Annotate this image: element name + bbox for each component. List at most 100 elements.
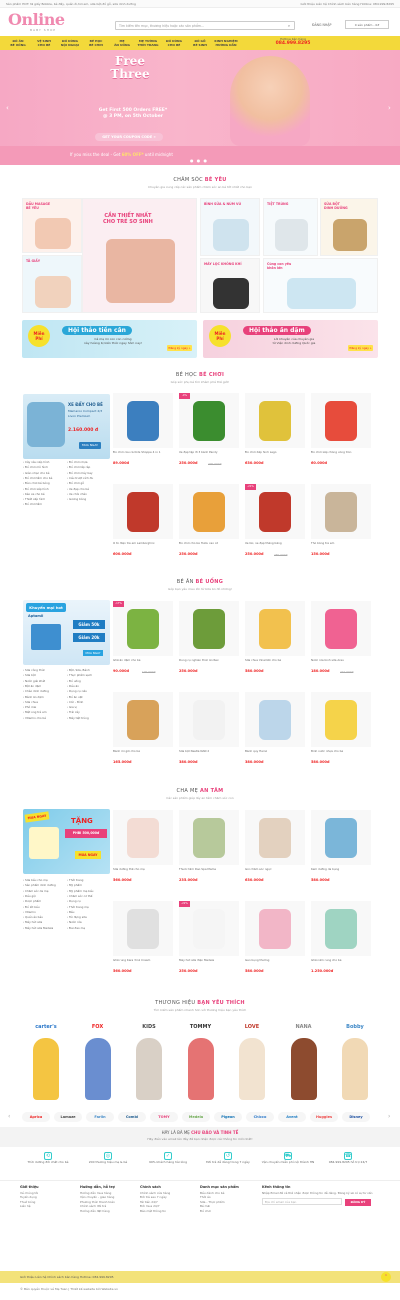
- product-image[interactable]: [245, 901, 305, 956]
- search-icon[interactable]: ⌕: [285, 23, 293, 29]
- category-link[interactable]: › Thời trang mẹ: [67, 905, 89, 910]
- food-promo-banner[interactable]: Khuyến mại hot Aptamil Giảm 50k Giảm 20k…: [23, 600, 110, 665]
- product-card[interactable]: Đồ chơi cho bé Hươu cao cổ 250.000đ: [178, 483, 240, 571]
- brand-card[interactable]: TOMMY: [174, 1018, 227, 1103]
- category-link[interactable]: › Phô mai: [23, 705, 36, 710]
- category-tile[interactable]: CẦN THIẾT NHẤT CHO TRẺ SƠ SINH: [82, 198, 197, 313]
- register-button[interactable]: Đăng ký ngay »: [348, 345, 373, 351]
- category-link[interactable]: › Đồ ăn vặt: [67, 695, 83, 700]
- category-link[interactable]: › Sữa chua: [23, 700, 38, 705]
- product-image[interactable]: [311, 601, 371, 656]
- category-link[interactable]: › Cây xâu xếp hình: [23, 460, 49, 465]
- nav-item[interactable]: ĐỒ DÙNG CHO BÉ: [162, 36, 186, 50]
- category-link[interactable]: › Sữa bột: [23, 673, 36, 678]
- category-link[interactable]: › Quần áo bầu: [23, 915, 43, 920]
- category-link[interactable]: › Sản phẩm dinh dưỡng: [23, 883, 56, 888]
- product-image[interactable]: [113, 692, 173, 747]
- product-card[interactable]: Sữa chua Vinamilk cho bé 580.000đ: [244, 600, 306, 688]
- category-tile[interactable]: DẦU MASAGE BÉ YÊU: [22, 198, 82, 253]
- product-card[interactable]: Sữa bột Nestlé NAN 2 380.000đ: [178, 691, 240, 779]
- product-image[interactable]: [179, 601, 239, 656]
- toys-promo-banner[interactable]: XE ĐẨY CHO BÉ Mamaroo Compact 2/3 Livon …: [23, 394, 110, 459]
- product-card[interactable]: -21% Xe lắc, xe đạp thăng bằng 250.000đ 280…: [244, 483, 306, 571]
- product-card[interactable]: Bình nước nhựa cho bé 580.000đ: [310, 691, 372, 779]
- category-link[interactable]: › Chăm sóc cơ thể: [67, 894, 92, 899]
- register-button[interactable]: Đăng ký ngay »: [167, 345, 192, 351]
- footer-link[interactable]: Vận chuyển - giao hàng: [80, 1195, 115, 1200]
- category-link[interactable]: › Mật ong trẻ em: [23, 710, 47, 715]
- category-link[interactable]: › Cháo dinh dưỡng: [23, 689, 49, 694]
- brand-logo-item[interactable]: Pigeon: [214, 1112, 242, 1122]
- brand-card[interactable]: LOVE: [226, 1018, 278, 1103]
- product-name[interactable]: Kem dưỡng da bụng: [311, 868, 371, 876]
- product-name[interactable]: Thuốc tắm Dao Spa Mama: [179, 868, 239, 876]
- brand-prev-arrow[interactable]: ‹: [8, 1113, 10, 1120]
- hero-banner[interactable]: [0, 50, 400, 165]
- product-name[interactable]: Đồ chơi Xếp hình Lego: [245, 451, 305, 459]
- product-name[interactable]: Xe lắc, xe đạp thăng bằng: [245, 542, 305, 550]
- workshop-banner-2[interactable]: Miễn Phí Hội thảo ăn dặm Lời khuyên của …: [203, 320, 378, 358]
- banner-dots[interactable]: ● ● ●: [190, 158, 208, 163]
- cart-button[interactable]: 0 sản phẩm - 0đ: [345, 20, 389, 29]
- product-card[interactable]: Thuốc tắm Dao Spa Mama 235.000đ: [178, 809, 240, 897]
- footer-link[interactable]: Đồ chơi: [200, 1209, 239, 1214]
- brand-next-arrow[interactable]: ›: [388, 1113, 390, 1120]
- newsletter-email-input[interactable]: Địa chỉ email của bạn: [262, 1198, 342, 1205]
- category-link[interactable]: › Đai đeo mẹ: [67, 926, 85, 931]
- category-link[interactable]: › Bầu: [67, 910, 74, 915]
- product-image[interactable]: [113, 601, 173, 656]
- product-image[interactable]: [179, 692, 239, 747]
- category-link[interactable]: › Kéo xe cho bé: [23, 492, 45, 497]
- category-link[interactable]: › Đồ chơi mô hình: [23, 465, 48, 470]
- brand-card[interactable]: NANA: [277, 1018, 330, 1103]
- product-card[interactable]: Kem dưỡng da bụng 580.000đ: [310, 809, 372, 897]
- nav-item[interactable]: VỆ SINH CHO BÉ: [32, 36, 56, 50]
- product-image[interactable]: [113, 901, 173, 956]
- product-name[interactable]: Đồ chơi câu cá Kids Shoppe 4 in 1: [113, 451, 173, 459]
- category-link[interactable]: › Đồ chơi máy bay: [67, 471, 93, 476]
- brand-card[interactable]: carter's: [20, 1018, 72, 1103]
- product-card[interactable]: Đồ chơi câu cá Kids Shoppe 4 in 1 89.000đ: [112, 392, 174, 480]
- product-card[interactable]: Gói chăm sóc ngực 630.000đ: [244, 809, 306, 897]
- category-link[interactable]: › Chăm sóc da mẹ: [23, 889, 48, 894]
- nav-item[interactable]: MẸ ĂN UỐNG: [110, 36, 134, 50]
- category-link[interactable]: › Đồ chơi tắm: [23, 502, 42, 507]
- product-image[interactable]: [113, 484, 173, 539]
- product-card[interactable]: Gen bụng thường 580.000đ: [244, 900, 306, 988]
- product-image[interactable]: [311, 484, 371, 539]
- product-name[interactable]: Ghế nằm rung cho bé: [311, 959, 371, 967]
- back-to-top-icon[interactable]: ⌃: [381, 1272, 391, 1282]
- banner-next-arrow[interactable]: ›: [388, 104, 391, 112]
- product-image[interactable]: [311, 692, 371, 747]
- nav-item[interactable]: ĐỒ DÙNG NỘI NGOẠI: [58, 36, 82, 50]
- product-name[interactable]: Gen bụng thường: [245, 959, 305, 967]
- brand-logo-item[interactable]: Disney: [342, 1112, 370, 1122]
- category-link[interactable]: › Mỹ phẩm mẹ bầu: [67, 889, 93, 894]
- product-image[interactable]: [245, 484, 305, 539]
- brand-logo-item[interactable]: Combi: [118, 1112, 146, 1122]
- brand-logo-item[interactable]: Avent: [278, 1112, 306, 1122]
- product-name[interactable]: Ghế rung Kara 3in1 Cream: [113, 959, 173, 967]
- category-link[interactable]: › Túi đựng sữa: [67, 915, 87, 920]
- product-image[interactable]: [245, 393, 305, 448]
- product-image[interactable]: [179, 901, 239, 956]
- product-card[interactable]: -22% Máy hút sữa điện Medela 250.000đ: [178, 900, 240, 988]
- product-image[interactable]: [245, 692, 305, 747]
- nav-item[interactable]: KINH NGHIỆM HƯỚNG DẪN: [214, 36, 238, 50]
- product-card[interactable]: Ghế nằm rung cho bé 1.250.000đ: [310, 900, 372, 988]
- nav-item[interactable]: ĐỒ GỖ BÉ SINH: [188, 36, 212, 50]
- category-tile[interactable]: BÌNH SỮA & NÚM VÚ: [200, 198, 260, 256]
- product-card[interactable]: Nước rửa bình sữa Arau 180.000đ 210.000đ: [310, 600, 372, 688]
- category-link[interactable]: › Đồ chơi lắp ráp: [67, 465, 90, 470]
- category-link[interactable]: › Bột ăn dặm: [23, 684, 41, 689]
- product-name[interactable]: Máy hút sữa điện Medela: [179, 959, 239, 967]
- product-card[interactable]: Dung cụ nghiền thức ăn Rex 250.000đ: [178, 600, 240, 688]
- buy-now-button[interactable]: MUA NGAY: [75, 851, 101, 859]
- category-link[interactable]: › Máy hút sữa: [23, 920, 42, 925]
- product-name[interactable]: Xe đạp tập đi 3 bánh Pandy: [179, 451, 239, 459]
- footer-link[interactable]: Bảo mật thông tin: [140, 1209, 170, 1214]
- footer-link[interactable]: Đổi trả sau 7 ngày: [140, 1195, 170, 1200]
- search-input[interactable]: Tìm kiếm tên mục, thương hiệu hoặc các s…: [115, 21, 295, 30]
- product-image[interactable]: [113, 393, 173, 448]
- product-card[interactable]: Ghế rung Kara 3in1 Cream 560.000đ: [112, 900, 174, 988]
